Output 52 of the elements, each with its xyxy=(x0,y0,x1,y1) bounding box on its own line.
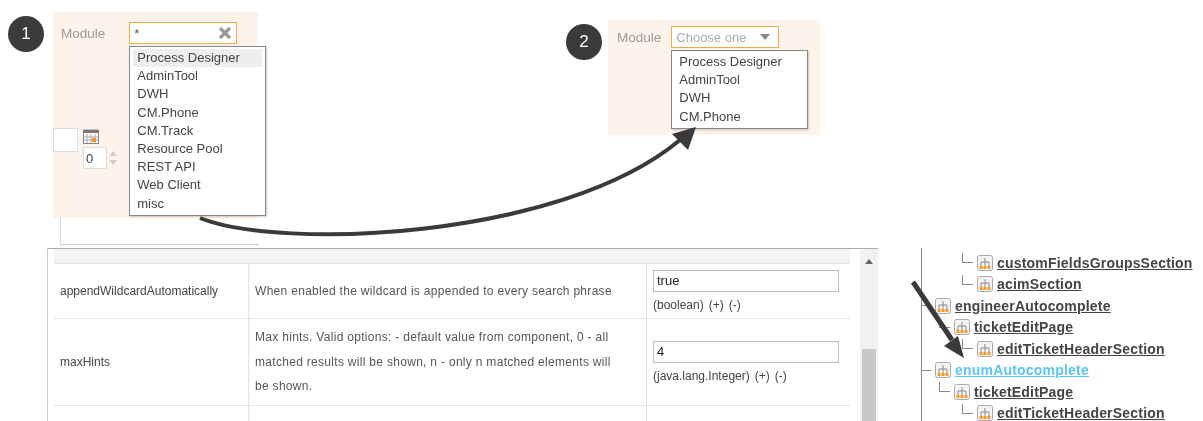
action-link[interactable]: (-) xyxy=(728,298,741,312)
clear-icon[interactable] xyxy=(218,26,233,40)
attribute-name: maxHints xyxy=(60,354,111,369)
attribute-description: When enabled the wildcard is appended to every search phrase xyxy=(255,282,613,300)
tree-item[interactable]: editTicketHeaderSection xyxy=(997,405,1165,421)
input-field[interactable]: * xyxy=(129,22,238,44)
number-field[interactable]: 0 xyxy=(83,147,107,169)
dropdown-option[interactable]: AdminTool xyxy=(133,67,263,86)
dropdown-option[interactable]: CM.Track xyxy=(133,121,263,140)
hierarchy-icon xyxy=(954,383,970,400)
step-badge: 2 xyxy=(566,24,602,60)
type-label: (boolean) xyxy=(653,298,704,312)
date-field[interactable] xyxy=(53,128,78,152)
field-label: Module xyxy=(617,30,662,45)
hierarchy-icon xyxy=(977,340,993,357)
dropdown-option[interactable]: AdminTool xyxy=(675,71,805,90)
action-link[interactable]: (+) xyxy=(754,368,770,383)
dropdown-option[interactable]: Web Client xyxy=(133,176,263,195)
dropdown-option[interactable]: CM.Phone xyxy=(675,107,805,126)
tree-item[interactable]: acimSection xyxy=(997,276,1082,293)
action-link[interactable]: (-) xyxy=(774,368,787,383)
scrollbar-thumb[interactable] xyxy=(862,349,877,421)
hierarchy-icon xyxy=(977,254,993,271)
dropdown-option[interactable]: Resource Pool xyxy=(133,139,263,159)
type-label: (java.lang.Integer) xyxy=(653,368,750,383)
tree-item[interactable]: customFieldsGroupsSection xyxy=(997,254,1193,271)
dropdown-option[interactable]: REST API xyxy=(133,158,263,177)
attribute-name: appendWildcardAutomatically xyxy=(60,284,220,298)
hierarchy-icon xyxy=(977,276,993,293)
dropdown-option[interactable]: DWH xyxy=(675,89,805,108)
dropdown-option[interactable]: Process Designer xyxy=(133,49,263,68)
caret-icon xyxy=(760,34,771,40)
field-label: Module xyxy=(61,26,106,41)
tree-item[interactable]: ticketEditPage xyxy=(974,319,1074,336)
calendar-icon[interactable] xyxy=(83,128,99,144)
dropdown-option[interactable]: misc xyxy=(133,194,263,213)
value-field[interactable]: 4 xyxy=(653,340,839,363)
dropdown-option[interactable]: Process Designer xyxy=(675,53,805,72)
tree-item[interactable]: engineerAutocomplete xyxy=(955,297,1111,314)
hierarchy-icon xyxy=(954,319,970,336)
scrollbar[interactable] xyxy=(860,249,878,421)
hierarchy-icon xyxy=(935,362,951,379)
value-field[interactable]: true xyxy=(653,270,839,292)
hierarchy-icon xyxy=(935,297,951,314)
dropdown-option[interactable]: DWH xyxy=(133,85,263,104)
dropdown-option[interactable]: CM.Phone xyxy=(133,103,263,122)
scroll-up-icon[interactable] xyxy=(865,259,874,264)
tree-item[interactable]: editTicketHeaderSection xyxy=(997,340,1165,357)
tree-item[interactable]: ticketEditPage xyxy=(974,383,1074,400)
step-badge: 1 xyxy=(8,16,44,52)
action-link[interactable]: (+) xyxy=(708,298,724,312)
attribute-description: Max hints. Valid options: - default value from component, 0 - all matched results will be shown, n - only n matched elements will be shown. xyxy=(255,329,612,395)
